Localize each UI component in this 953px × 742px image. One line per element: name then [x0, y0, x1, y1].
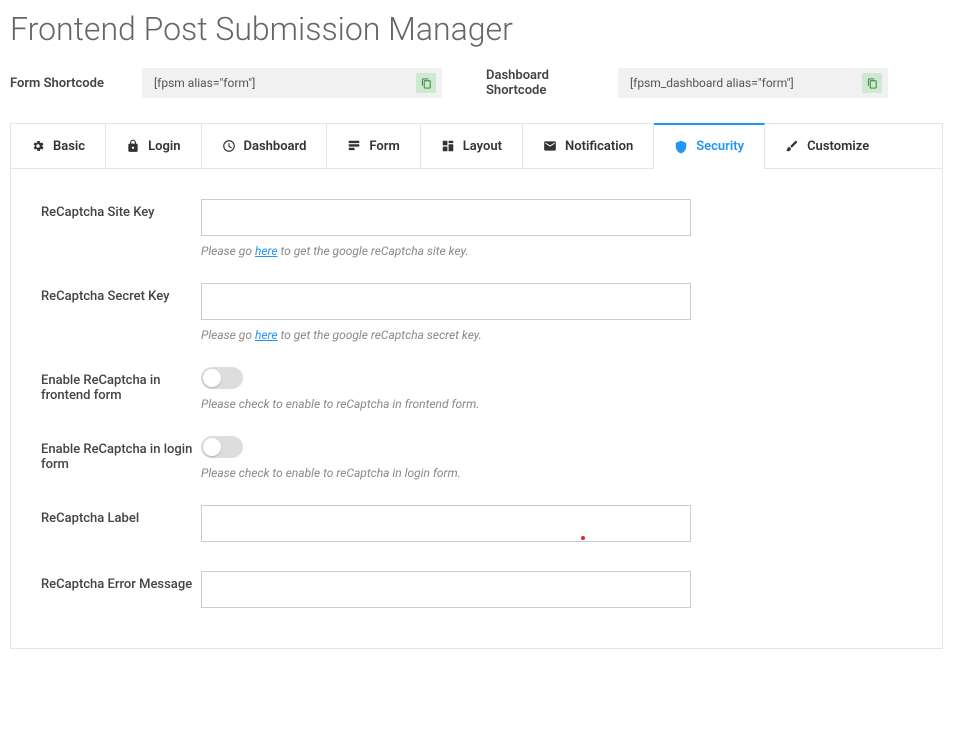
page-title: Frontend Post Submission Manager [10, 10, 943, 48]
indicator-dot [581, 536, 585, 540]
tab-notification[interactable]: Notification [523, 124, 654, 168]
enable-recaptcha-frontend-toggle[interactable] [201, 367, 243, 389]
shield-icon [674, 140, 688, 154]
recaptcha-error-message-input[interactable] [201, 571, 691, 608]
gear-icon [31, 139, 45, 153]
tab-dashboard[interactable]: Dashboard [202, 124, 328, 168]
copy-form-shortcode-button[interactable] [416, 73, 436, 93]
form-icon [347, 139, 361, 153]
enable-recaptcha-login-label: Enable ReCaptcha in login form [41, 436, 201, 480]
tab-security[interactable]: Security [654, 123, 765, 168]
enable-recaptcha-login-help: Please check to enable to reCaptcha in l… [201, 466, 691, 480]
form-shortcode-label: Form Shortcode [10, 76, 130, 91]
dashboard-shortcode-input[interactable] [618, 68, 888, 98]
clipboard-icon [421, 78, 432, 89]
shortcode-row: Form Shortcode Dashboard Shortcode [10, 68, 943, 98]
gauge-icon [222, 139, 236, 153]
recaptcha-secret-key-help-link[interactable]: here [255, 328, 278, 342]
recaptcha-secret-key-input[interactable] [201, 283, 691, 320]
tab-form[interactable]: Form [327, 124, 420, 168]
lock-icon [126, 139, 140, 153]
clipboard-icon [867, 78, 878, 89]
tab-basic[interactable]: Basic [11, 124, 106, 168]
tab-layout[interactable]: Layout [421, 124, 523, 168]
recaptcha-site-key-input[interactable] [201, 199, 691, 236]
recaptcha-site-key-help-link[interactable]: here [255, 244, 278, 258]
recaptcha-secret-key-label: ReCaptcha Secret Key [41, 283, 201, 342]
recaptcha-label-label: ReCaptcha Label [41, 505, 201, 546]
mail-icon [543, 139, 557, 153]
dashboard-shortcode-label: Dashboard Shortcode [486, 68, 606, 98]
form-shortcode-input[interactable] [142, 68, 442, 98]
recaptcha-secret-key-help: Please go here to get the google reCaptc… [201, 328, 691, 342]
tab-login[interactable]: Login [106, 124, 201, 168]
recaptcha-label-input[interactable] [201, 505, 691, 542]
layout-icon [441, 139, 455, 153]
enable-recaptcha-frontend-help: Please check to enable to reCaptcha in f… [201, 397, 691, 411]
recaptcha-site-key-help: Please go here to get the google reCaptc… [201, 244, 691, 258]
tab-content-security: ReCaptcha Site Key Please go here to get… [10, 169, 943, 649]
enable-recaptcha-login-toggle[interactable] [201, 436, 243, 458]
enable-recaptcha-frontend-label: Enable ReCaptcha in frontend form [41, 367, 201, 411]
recaptcha-error-message-label: ReCaptcha Error Message [41, 571, 201, 608]
copy-dashboard-shortcode-button[interactable] [862, 73, 882, 93]
tab-customize[interactable]: Customize [765, 124, 942, 168]
brush-icon [785, 139, 799, 153]
tabs-nav: Basic Login Dashboard Form Layout Notifi… [10, 123, 943, 169]
recaptcha-site-key-label: ReCaptcha Site Key [41, 199, 201, 258]
